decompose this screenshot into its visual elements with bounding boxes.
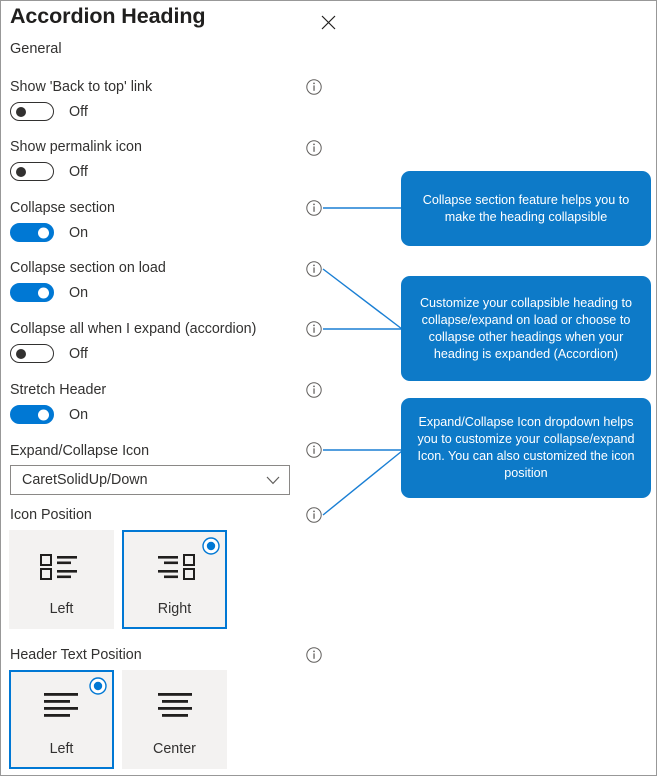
expand-collapse-icon-label: Expand/Collapse Icon bbox=[10, 443, 150, 459]
info-icon-expand-collapse-icon[interactable] bbox=[306, 442, 322, 458]
header-text-position-tile-group: Left Center bbox=[9, 670, 227, 769]
tile-caption: Left bbox=[49, 741, 74, 757]
icon-position-tile-left[interactable]: Left bbox=[9, 530, 114, 629]
toggle-stretch-header[interactable] bbox=[10, 405, 54, 424]
setting-label: Show 'Back to top' link bbox=[10, 79, 153, 95]
setting-label: Collapse section on load bbox=[10, 260, 166, 276]
page-title: Accordion Heading bbox=[10, 4, 206, 28]
accordion-heading-settings-panel: Accordion Heading General Show 'Back to … bbox=[0, 0, 657, 776]
setting-row-collapse-all: Collapse all when I expand (accordion) O… bbox=[10, 320, 256, 363]
info-icon-stretch-header[interactable] bbox=[306, 382, 322, 398]
setting-row-stretch-header: Stretch Header On bbox=[10, 381, 106, 424]
toggle-knob bbox=[16, 106, 26, 117]
icon-position-tile-right[interactable]: Right bbox=[122, 530, 227, 629]
toggle-knob bbox=[16, 348, 26, 359]
align-center-icon bbox=[124, 672, 225, 741]
info-icon-collapse-section[interactable] bbox=[306, 200, 322, 216]
setting-row-collapse-section: Collapse section On bbox=[10, 199, 115, 242]
tile-caption: Left bbox=[49, 601, 74, 617]
dropdown-selected-value: CaretSolidUp/Down bbox=[22, 472, 148, 488]
toggle-knob bbox=[38, 409, 49, 420]
tile-caption: Center bbox=[153, 741, 196, 757]
header-text-position-label-wrap: Header Text Position bbox=[10, 646, 142, 664]
info-icon-collapse-on-load[interactable] bbox=[306, 261, 322, 277]
expand-collapse-icon-dropdown[interactable]: CaretSolidUp/Down bbox=[10, 465, 290, 495]
toggle-row: On bbox=[10, 283, 166, 302]
setting-label: Show permalink icon bbox=[10, 139, 142, 155]
radio-selected-icon bbox=[89, 677, 107, 695]
callout-collapse-on-load: Customize your collapsible heading to co… bbox=[401, 276, 651, 381]
tile-caption: Right bbox=[157, 601, 192, 617]
toggle-back-to-top[interactable] bbox=[10, 102, 54, 121]
radio-selected-icon bbox=[202, 537, 220, 555]
setting-row-back-to-top: Show 'Back to top' link Off bbox=[10, 78, 152, 121]
toggle-knob bbox=[16, 166, 26, 177]
toggle-row: Off bbox=[10, 162, 142, 181]
toggle-state-label: Off bbox=[69, 103, 88, 120]
setting-row-collapse-on-load: Collapse section on load On bbox=[10, 259, 166, 302]
callout-collapse-section: Collapse section feature helps you to ma… bbox=[401, 171, 651, 246]
toggle-collapse-section[interactable] bbox=[10, 223, 54, 242]
toggle-state-label: Off bbox=[69, 163, 88, 180]
section-label-general: General bbox=[10, 41, 62, 57]
toggle-row: On bbox=[10, 405, 106, 424]
toggle-row: On bbox=[10, 223, 115, 242]
close-button[interactable] bbox=[314, 9, 342, 35]
setting-label: Collapse all when I expand (accordion) bbox=[10, 321, 257, 337]
setting-label: Collapse section bbox=[10, 200, 115, 216]
chevron-down-icon bbox=[266, 476, 280, 485]
icon-position-tile-group: Left Right bbox=[9, 530, 227, 629]
setting-row-permalink: Show permalink icon Off bbox=[10, 138, 142, 181]
toggle-state-label: Off bbox=[69, 345, 88, 362]
dropdown-label-wrap: Expand/Collapse Icon bbox=[10, 442, 149, 460]
toggle-collapse-on-load[interactable] bbox=[10, 283, 54, 302]
info-icon-icon-position[interactable] bbox=[306, 507, 322, 523]
info-icon-header-text-position[interactable] bbox=[306, 647, 322, 663]
close-icon bbox=[321, 15, 336, 30]
toggle-permalink[interactable] bbox=[10, 162, 54, 181]
toggle-row: Off bbox=[10, 344, 256, 363]
header-text-position-label: Header Text Position bbox=[10, 647, 142, 663]
toggle-knob bbox=[38, 287, 49, 298]
info-icon-collapse-all[interactable] bbox=[306, 321, 322, 337]
toggle-collapse-all[interactable] bbox=[10, 344, 54, 363]
icon-position-label: Icon Position bbox=[10, 507, 92, 523]
header-text-position-tile-left[interactable]: Left bbox=[9, 670, 114, 769]
icon-position-label-wrap: Icon Position bbox=[10, 506, 92, 524]
info-icon-permalink[interactable] bbox=[306, 140, 322, 156]
info-icon-back-to-top[interactable] bbox=[306, 79, 322, 95]
toggle-state-label: On bbox=[69, 406, 89, 423]
toggle-state-label: On bbox=[69, 284, 89, 301]
setting-label: Stretch Header bbox=[10, 382, 107, 398]
list-icon-left bbox=[11, 532, 112, 601]
callout-expand-collapse-icon: Expand/Collapse Icon dropdown helps you … bbox=[401, 398, 651, 498]
toggle-row: Off bbox=[10, 102, 152, 121]
header-text-position-tile-center[interactable]: Center bbox=[122, 670, 227, 769]
toggle-state-label: On bbox=[69, 224, 89, 241]
toggle-knob bbox=[38, 227, 49, 238]
